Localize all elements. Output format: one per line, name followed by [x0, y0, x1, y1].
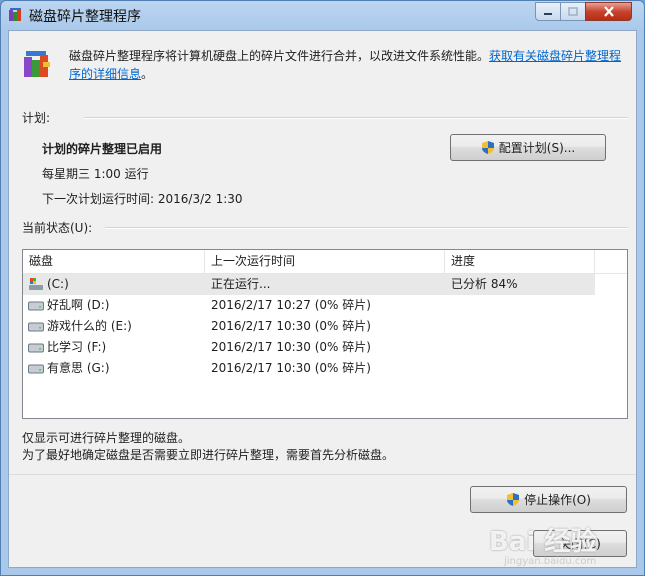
description-body: 磁盘碎片整理程序将计算机硬盘上的碎片文件进行合并，以改进文件系统性能。 [69, 49, 490, 63]
defrag-large-icon [24, 51, 50, 77]
minimize-button[interactable] [535, 2, 561, 21]
disk-row-d[interactable]: 好乱啊 (D:) 2016/2/17 10:27 (0% 碎片) [23, 295, 595, 316]
schedule-next-run: 下一次计划运行时间: 2016/3/2 1:30 [42, 192, 243, 206]
description-text: 磁盘碎片整理程序将计算机硬盘上的碎片文件进行合并，以改进文件系统性能。获取有关磁… [69, 47, 629, 83]
dialog-client-area: 磁盘碎片整理程序将计算机硬盘上的碎片文件进行合并，以改进文件系统性能。获取有关磁… [8, 30, 637, 568]
footer-divider [9, 474, 636, 475]
column-header-last-run[interactable]: 上一次运行时间 [205, 250, 445, 273]
schedule-section-label: 计划: [22, 111, 51, 125]
disk-row-g[interactable]: 有意思 (G:) 2016/2/17 10:30 (0% 碎片) [23, 358, 595, 379]
note-analyze-first: 为了最好地确定磁盘是否需要立即进行碎片整理，需要首先分析磁盘。 [22, 448, 395, 462]
schedule-frequency: 每星期三 1:00 运行 [42, 167, 149, 181]
baidu-watermark: Bai 经验 [489, 527, 597, 557]
column-header-progress[interactable]: 进度 [445, 250, 595, 273]
disk-name: 游戏什么的 (E:) [47, 319, 132, 333]
disk-list[interactable]: 磁盘 上一次运行时间 进度 (C:) 正在运行... 已分析 84% 好乱啊 (… [22, 249, 628, 419]
configure-schedule-button[interactable]: 配置计划(S)... [450, 134, 606, 161]
drive-icon [28, 301, 44, 311]
disk-name: 有意思 (G:) [47, 361, 110, 375]
system-drive-icon [29, 278, 43, 290]
disk-row-c[interactable]: (C:) 正在运行... 已分析 84% [23, 274, 595, 295]
baidu-watermark-url: jingyan.baidu.com [504, 556, 597, 567]
maximize-button[interactable] [560, 2, 586, 21]
disk-last-run: 2016/2/17 10:30 (0% 碎片) [211, 340, 371, 354]
stop-operation-button[interactable]: 停止操作(O) [470, 486, 627, 513]
drive-icon [28, 322, 44, 332]
disk-name: 比学习 (F:) [47, 340, 107, 354]
minimize-icon [544, 12, 552, 15]
status-divider [105, 227, 628, 229]
note-defraggable-only: 仅显示可进行碎片整理的磁盘。 [22, 431, 191, 445]
defrag-window: 磁盘碎片整理程序 磁盘碎片整理程序将计算机硬盘上的碎片文件进行合并，以改进文件系… [0, 0, 645, 576]
current-status-section-label: 当前状态(U): [22, 221, 93, 235]
drive-icon [28, 343, 44, 353]
schedule-divider [84, 117, 628, 119]
drive-icon [28, 364, 44, 374]
disk-last-run: 正在运行... [211, 277, 271, 291]
disk-name: 好乱啊 (D:) [47, 298, 110, 312]
disk-progress: 已分析 84% [451, 277, 518, 291]
description-suffix: 。 [141, 67, 154, 81]
window-title: 磁盘碎片整理程序 [29, 9, 141, 25]
disk-last-run: 2016/2/17 10:30 (0% 碎片) [211, 319, 371, 333]
uac-shield-icon [507, 493, 520, 506]
disk-row-e[interactable]: 游戏什么的 (E:) 2016/2/17 10:30 (0% 碎片) [23, 316, 595, 337]
configure-schedule-label: 配置计划(S)... [498, 141, 576, 155]
disk-name: (C:) [47, 277, 69, 291]
column-header-disk[interactable]: 磁盘 [23, 250, 205, 273]
schedule-status: 计划的碎片整理已启用 [42, 142, 163, 156]
close-window-button[interactable] [585, 2, 632, 21]
title-bar[interactable]: 磁盘碎片整理程序 [1, 1, 644, 29]
defrag-app-icon [9, 8, 21, 21]
disk-last-run: 2016/2/17 10:27 (0% 碎片) [211, 298, 371, 312]
close-icon [603, 6, 614, 17]
maximize-icon [568, 7, 578, 16]
disk-row-f[interactable]: 比学习 (F:) 2016/2/17 10:30 (0% 碎片) [23, 337, 595, 358]
disk-last-run: 2016/2/17 10:30 (0% 碎片) [211, 361, 371, 375]
uac-shield-icon [481, 141, 494, 154]
disk-list-header: 磁盘 上一次运行时间 进度 [23, 250, 627, 274]
stop-operation-label: 停止操作(O) [524, 493, 591, 507]
